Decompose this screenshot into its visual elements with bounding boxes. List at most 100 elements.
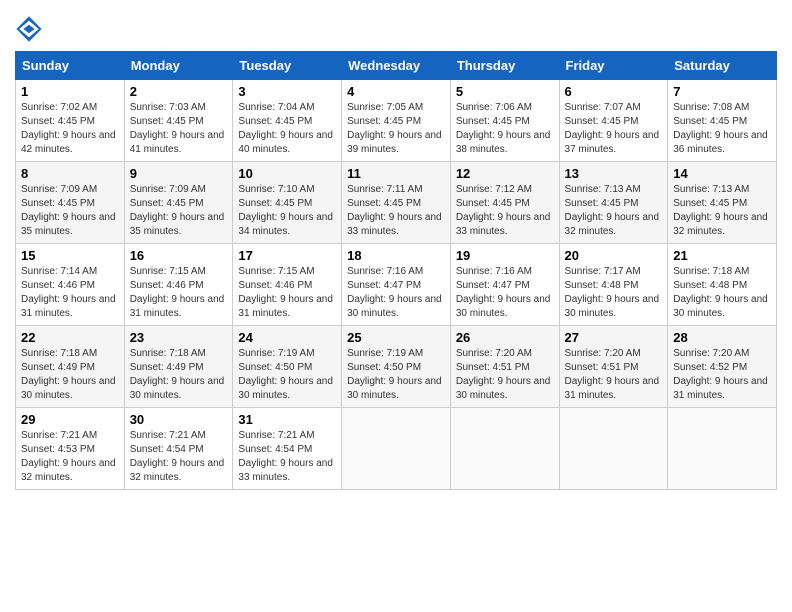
day-info: Sunrise: 7:21 AMSunset: 4:53 PMDaylight:… xyxy=(21,429,119,485)
calendar-cell: 3 Sunrise: 7:04 AMSunset: 4:45 PMDaylight… xyxy=(233,80,342,162)
day-number: 15 xyxy=(21,248,119,263)
day-info: Sunrise: 7:06 AMSunset: 4:45 PMDaylight:… xyxy=(456,101,554,157)
day-number: 11 xyxy=(347,166,445,181)
logo-icon xyxy=(15,15,43,43)
day-info: Sunrise: 7:15 AMSunset: 4:46 PMDaylight:… xyxy=(238,265,336,321)
day-info: Sunrise: 7:17 AMSunset: 4:48 PMDaylight:… xyxy=(565,265,663,321)
day-info: Sunrise: 7:13 AMSunset: 4:45 PMDaylight:… xyxy=(565,183,663,239)
header-monday: Monday xyxy=(124,52,233,80)
calendar-cell: 27Sunrise: 7:20 AMSunset: 4:51 PMDayligh… xyxy=(559,326,668,408)
day-number: 22 xyxy=(21,330,119,345)
calendar-cell: 22 Sunrise: 7:18 AMSunset: 4:49 PMDayligh… xyxy=(16,326,125,408)
day-number: 24 xyxy=(238,330,336,345)
calendar-week-1: 1Sunrise: 7:02 AMSunset: 4:45 PMDaylight… xyxy=(16,80,777,162)
calendar-cell: 8 Sunrise: 7:09 AMSunset: 4:45 PMDaylight… xyxy=(16,162,125,244)
header-tuesday: Tuesday xyxy=(233,52,342,80)
day-info: Sunrise: 7:19 AMSunset: 4:50 PMDaylight:… xyxy=(238,347,336,403)
calendar-cell: 23 Sunrise: 7:18 AMSunset: 4:49 PMDayligh… xyxy=(124,326,233,408)
calendar-cell: 19Sunrise: 7:16 AMSunset: 4:47 PMDayligh… xyxy=(450,244,559,326)
calendar-cell: 16Sunrise: 7:15 AMSunset: 4:46 PMDayligh… xyxy=(124,244,233,326)
calendar-cell xyxy=(668,408,777,490)
calendar-cell: 12 Sunrise: 7:12 AMSunset: 4:45 PMDayligh… xyxy=(450,162,559,244)
calendar-cell: 24 Sunrise: 7:19 AMSunset: 4:50 PMDayligh… xyxy=(233,326,342,408)
day-info: Sunrise: 7:21 AMSunset: 4:54 PMDaylight:… xyxy=(238,429,336,485)
day-number: 30 xyxy=(130,412,228,427)
calendar-cell: 10 Sunrise: 7:10 AMSunset: 4:45 PMDayligh… xyxy=(233,162,342,244)
calendar-cell: 5 Sunrise: 7:06 AMSunset: 4:45 PMDaylight… xyxy=(450,80,559,162)
day-number: 28 xyxy=(673,330,771,345)
day-number: 25 xyxy=(347,330,445,345)
calendar-cell: 26 Sunrise: 7:20 AMSunset: 4:51 PMDayligh… xyxy=(450,326,559,408)
day-number: 18 xyxy=(347,248,445,263)
calendar-cell: 31Sunrise: 7:21 AMSunset: 4:54 PMDayligh… xyxy=(233,408,342,490)
calendar-cell: 4Sunrise: 7:05 AMSunset: 4:45 PMDaylight… xyxy=(342,80,451,162)
day-number: 12 xyxy=(456,166,554,181)
day-info: Sunrise: 7:13 AMSunset: 4:45 PMDaylight:… xyxy=(673,183,771,239)
calendar-cell: 29Sunrise: 7:21 AMSunset: 4:53 PMDayligh… xyxy=(16,408,125,490)
day-number: 7 xyxy=(673,84,771,99)
calendar-cell xyxy=(559,408,668,490)
calendar-cell: 20 Sunrise: 7:17 AMSunset: 4:48 PMDayligh… xyxy=(559,244,668,326)
calendar-header-row: SundayMondayTuesdayWednesdayThursdayFrid… xyxy=(16,52,777,80)
calendar-cell xyxy=(450,408,559,490)
calendar-cell: 7 Sunrise: 7:08 AMSunset: 4:45 PMDaylight… xyxy=(668,80,777,162)
day-number: 21 xyxy=(673,248,771,263)
calendar-cell: 17Sunrise: 7:15 AMSunset: 4:46 PMDayligh… xyxy=(233,244,342,326)
day-number: 2 xyxy=(130,84,228,99)
logo xyxy=(15,15,47,43)
day-info: Sunrise: 7:09 AMSunset: 4:45 PMDaylight:… xyxy=(130,183,228,239)
day-info: Sunrise: 7:09 AMSunset: 4:45 PMDaylight:… xyxy=(21,183,119,239)
header-wednesday: Wednesday xyxy=(342,52,451,80)
header-friday: Friday xyxy=(559,52,668,80)
day-number: 14 xyxy=(673,166,771,181)
day-number: 13 xyxy=(565,166,663,181)
calendar-cell: 13 Sunrise: 7:13 AMSunset: 4:45 PMDayligh… xyxy=(559,162,668,244)
day-info: Sunrise: 7:12 AMSunset: 4:45 PMDaylight:… xyxy=(456,183,554,239)
day-info: Sunrise: 7:11 AMSunset: 4:45 PMDaylight:… xyxy=(347,183,445,239)
day-info: Sunrise: 7:07 AMSunset: 4:45 PMDaylight:… xyxy=(565,101,663,157)
day-info: Sunrise: 7:18 AMSunset: 4:48 PMDaylight:… xyxy=(673,265,771,321)
calendar-cell xyxy=(342,408,451,490)
page-header xyxy=(15,10,777,43)
calendar-cell: 25Sunrise: 7:19 AMSunset: 4:50 PMDayligh… xyxy=(342,326,451,408)
day-number: 20 xyxy=(565,248,663,263)
calendar-cell: 15 Sunrise: 7:14 AMSunset: 4:46 PMDayligh… xyxy=(16,244,125,326)
day-info: Sunrise: 7:18 AMSunset: 4:49 PMDaylight:… xyxy=(21,347,119,403)
calendar-cell: 6 Sunrise: 7:07 AMSunset: 4:45 PMDaylight… xyxy=(559,80,668,162)
day-number: 27 xyxy=(565,330,663,345)
calendar-table: SundayMondayTuesdayWednesdayThursdayFrid… xyxy=(15,51,777,490)
day-number: 26 xyxy=(456,330,554,345)
day-info: Sunrise: 7:20 AMSunset: 4:51 PMDaylight:… xyxy=(456,347,554,403)
day-info: Sunrise: 7:08 AMSunset: 4:45 PMDaylight:… xyxy=(673,101,771,157)
day-number: 4 xyxy=(347,84,445,99)
calendar-week-4: 22 Sunrise: 7:18 AMSunset: 4:49 PMDayligh… xyxy=(16,326,777,408)
day-info: Sunrise: 7:14 AMSunset: 4:46 PMDaylight:… xyxy=(21,265,119,321)
calendar-cell: 1Sunrise: 7:02 AMSunset: 4:45 PMDaylight… xyxy=(16,80,125,162)
calendar-cell: 28 Sunrise: 7:20 AMSunset: 4:52 PMDayligh… xyxy=(668,326,777,408)
calendar-cell: 21 Sunrise: 7:18 AMSunset: 4:48 PMDayligh… xyxy=(668,244,777,326)
calendar-cell: 14 Sunrise: 7:13 AMSunset: 4:45 PMDayligh… xyxy=(668,162,777,244)
calendar-cell: 11 Sunrise: 7:11 AMSunset: 4:45 PMDayligh… xyxy=(342,162,451,244)
day-info: Sunrise: 7:21 AMSunset: 4:54 PMDaylight:… xyxy=(130,429,228,485)
day-info: Sunrise: 7:02 AMSunset: 4:45 PMDaylight:… xyxy=(21,101,119,157)
day-number: 19 xyxy=(456,248,554,263)
day-info: Sunrise: 7:20 AMSunset: 4:52 PMDaylight:… xyxy=(673,347,771,403)
day-info: Sunrise: 7:04 AMSunset: 4:45 PMDaylight:… xyxy=(238,101,336,157)
header-thursday: Thursday xyxy=(450,52,559,80)
day-number: 6 xyxy=(565,84,663,99)
day-info: Sunrise: 7:18 AMSunset: 4:49 PMDaylight:… xyxy=(130,347,228,403)
day-info: Sunrise: 7:10 AMSunset: 4:45 PMDaylight:… xyxy=(238,183,336,239)
day-number: 23 xyxy=(130,330,228,345)
day-number: 8 xyxy=(21,166,119,181)
calendar-week-5: 29Sunrise: 7:21 AMSunset: 4:53 PMDayligh… xyxy=(16,408,777,490)
day-number: 10 xyxy=(238,166,336,181)
calendar-cell: 18Sunrise: 7:16 AMSunset: 4:47 PMDayligh… xyxy=(342,244,451,326)
day-number: 5 xyxy=(456,84,554,99)
calendar-week-3: 15 Sunrise: 7:14 AMSunset: 4:46 PMDayligh… xyxy=(16,244,777,326)
calendar-cell: 9 Sunrise: 7:09 AMSunset: 4:45 PMDaylight… xyxy=(124,162,233,244)
header-sunday: Sunday xyxy=(16,52,125,80)
day-info: Sunrise: 7:15 AMSunset: 4:46 PMDaylight:… xyxy=(130,265,228,321)
day-number: 9 xyxy=(130,166,228,181)
calendar-cell: 2Sunrise: 7:03 AMSunset: 4:45 PMDaylight… xyxy=(124,80,233,162)
day-number: 3 xyxy=(238,84,336,99)
